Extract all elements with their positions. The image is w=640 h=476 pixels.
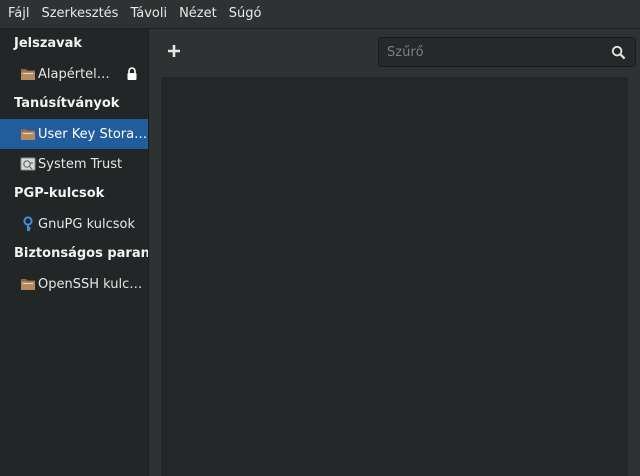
lock-icon [127,67,137,80]
menu-remote[interactable]: Távoli [124,0,173,28]
section-header-certificates: Tanúsítványok [14,96,120,111]
sidebar-item-openssh-keys[interactable]: OpenSSH kulcsok [0,269,148,299]
section-header-secure-shell: Biztonságos parancs [14,246,148,261]
sidebar-item-label: GnuPG kulcsok [38,216,135,232]
folder-icon [21,279,35,290]
sidebar-item-user-key-storage[interactable]: User Key Stora… [0,119,148,149]
filter-input[interactable] [379,38,613,66]
section-header-passwords: Jelszavak [14,36,83,51]
folder-icon [21,69,35,80]
search-icon[interactable] [611,45,626,60]
plus-icon[interactable] [166,43,182,59]
menu-file[interactable]: Fájl [0,0,35,28]
key-icon [23,216,33,231]
sidebar-item-label: OpenSSH kulcsok [38,276,148,292]
sidebar-item-gnupg-keys[interactable]: GnuPG kulcsok [0,209,148,239]
menu-edit[interactable]: Szerkesztés [35,0,124,28]
certificate-icon [20,157,36,171]
sidebar: Jelszavak Alapértel… Tanúsítványok User … [0,29,149,476]
item-list[interactable] [161,77,628,476]
sidebar-item-default-keyring[interactable]: Alapértel… [0,59,148,89]
sidebar-item-label: User Key Stora… [38,126,148,142]
menu-bar: Fájl Szerkesztés Távoli Nézet Súgó [0,0,640,29]
folder-icon [21,129,35,140]
filter-field[interactable] [378,37,636,67]
section-header-pgp-keys: PGP-kulcsok [14,186,105,201]
sidebar-item-system-trust[interactable]: System Trust [0,149,148,179]
sidebar-item-label: Alapértel… [38,66,110,82]
menu-help[interactable]: Súgó [223,0,268,28]
menu-view[interactable]: Nézet [173,0,223,28]
sidebar-item-label: System Trust [38,156,123,172]
